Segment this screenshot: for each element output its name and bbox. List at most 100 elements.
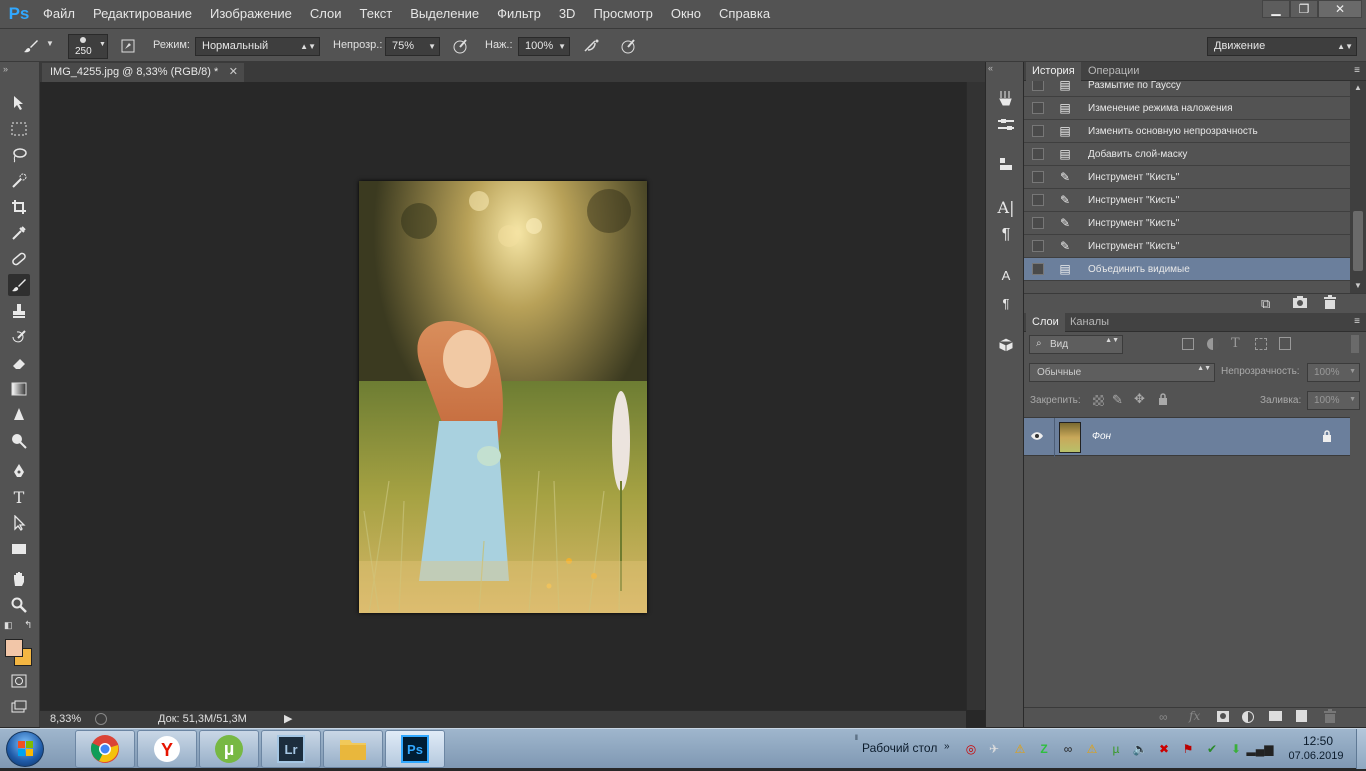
- canvas-vertical-scrollbar[interactable]: [966, 82, 985, 710]
- menu-image[interactable]: Изображение: [201, 0, 301, 28]
- new-group-folder-icon[interactable]: [1269, 711, 1282, 721]
- pressure-opacity-icon[interactable]: [450, 36, 470, 56]
- status-menu-arrow-icon[interactable]: ▶: [284, 712, 292, 725]
- close-button[interactable]: ✕: [1318, 0, 1362, 18]
- menu-window[interactable]: Окно: [662, 0, 710, 28]
- adjustments-icon[interactable]: [995, 114, 1017, 136]
- security-tray-icon[interactable]: ✔: [1204, 741, 1220, 757]
- history-item[interactable]: ✎ Инструмент "Кисть": [1024, 166, 1350, 189]
- workspace-select[interactable]: Движение ▲▼: [1207, 37, 1357, 56]
- filter-toggle[interactable]: [1351, 335, 1359, 353]
- z-tray-icon[interactable]: Z: [1036, 741, 1052, 757]
- mode-select[interactable]: Нормальный ▲▼: [195, 37, 320, 56]
- photoshop-taskbar-icon[interactable]: Ps: [385, 730, 445, 768]
- character-styles-icon[interactable]: A: [995, 264, 1017, 286]
- airbrush-icon[interactable]: [580, 36, 602, 56]
- show-desktop-button[interactable]: [1356, 729, 1366, 769]
- history-item[interactable]: ▤ Размытие по Гауссу: [1024, 81, 1350, 97]
- new-layer-icon[interactable]: [1296, 710, 1307, 722]
- eyedropper-icon[interactable]: [8, 222, 30, 244]
- foreground-color-swatch[interactable]: [5, 639, 23, 657]
- utorrent-tray-icon[interactable]: µ: [1108, 741, 1124, 757]
- new-document-from-state-icon[interactable]: ⧉: [1261, 296, 1270, 312]
- brush-panel-toggle-icon[interactable]: [117, 36, 139, 56]
- brush-tool-icon[interactable]: [8, 274, 30, 296]
- scrollbar-thumb[interactable]: [1353, 211, 1363, 271]
- history-item[interactable]: ✎ Инструмент "Кисть": [1024, 235, 1350, 258]
- download-tray-icon[interactable]: ⬇: [1228, 741, 1244, 757]
- brush-tool-preset-icon[interactable]: [20, 36, 42, 56]
- pen-icon[interactable]: [8, 460, 30, 482]
- scroll-down-icon[interactable]: ▼: [1354, 281, 1362, 290]
- chrome-taskbar-icon[interactable]: [75, 730, 135, 768]
- history-checkbox[interactable]: [1032, 217, 1044, 229]
- eraser-icon[interactable]: [8, 352, 30, 374]
- add-mask-icon[interactable]: [1217, 711, 1229, 722]
- type-tool-icon[interactable]: T: [8, 486, 30, 508]
- quick-selection-icon[interactable]: [8, 170, 30, 192]
- paragraph-styles-icon[interactable]: ¶: [995, 292, 1017, 314]
- trash-icon[interactable]: [1323, 709, 1337, 727]
- volume-icon[interactable]: 🔈: [1132, 741, 1148, 757]
- menu-type[interactable]: Текст: [351, 0, 402, 28]
- menu-help[interactable]: Справка: [710, 0, 779, 28]
- menu-view[interactable]: Просмотр: [584, 0, 661, 28]
- clock-time[interactable]: 12:50: [1290, 734, 1346, 748]
- hand-tool-icon[interactable]: [8, 568, 30, 590]
- clock-date[interactable]: 07.06.2019: [1283, 750, 1349, 762]
- path-selection-icon[interactable]: [8, 512, 30, 534]
- layers-scrollbar[interactable]: [1350, 417, 1366, 707]
- filter-adjustment-icon[interactable]: [1207, 338, 1219, 350]
- quick-mask-icon[interactable]: [8, 670, 30, 692]
- fill-input[interactable]: 100% ▼: [1307, 391, 1360, 410]
- history-checkbox[interactable]: [1032, 194, 1044, 206]
- history-checkbox[interactable]: [1032, 240, 1044, 252]
- history-scrollbar[interactable]: ▲ ▼: [1350, 81, 1366, 293]
- rectangle-tool-icon[interactable]: [8, 538, 30, 560]
- layer-opacity-input[interactable]: 100% ▼: [1307, 363, 1360, 382]
- gradient-icon[interactable]: [8, 378, 30, 400]
- tab-actions[interactable]: Операции: [1082, 62, 1145, 81]
- layer-row[interactable]: Фон: [1024, 417, 1350, 457]
- restore-button[interactable]: ❐: [1290, 0, 1318, 18]
- history-item[interactable]: ▤ Изменить основную непрозрачность: [1024, 120, 1350, 143]
- history-item[interactable]: ▤ Добавить слой-маску: [1024, 143, 1350, 166]
- close-tab-icon[interactable]: ✕: [229, 63, 238, 82]
- brush-size-picker[interactable]: 250 ▼: [68, 34, 108, 59]
- menu-layers[interactable]: Слои: [301, 0, 351, 28]
- healing-brush-icon[interactable]: [8, 248, 30, 270]
- panel-menu-icon[interactable]: ≡: [1354, 65, 1360, 76]
- collapse-dock-icon[interactable]: «: [988, 63, 993, 73]
- brush-presets-icon[interactable]: [995, 87, 1017, 109]
- history-checkbox[interactable]: [1032, 148, 1044, 160]
- minimize-button[interactable]: ▁: [1262, 0, 1290, 18]
- start-button[interactable]: [6, 731, 44, 767]
- chevron-down-icon[interactable]: ▼: [46, 39, 54, 48]
- history-checkbox[interactable]: [1032, 171, 1044, 183]
- menu-edit[interactable]: Редактирование: [84, 0, 201, 28]
- history-item[interactable]: ✎ Инструмент "Кисть": [1024, 212, 1350, 235]
- taskbar-toolbar-arrows-icon[interactable]: ‖: [855, 735, 858, 742]
- lock-transparency-icon[interactable]: [1093, 395, 1104, 406]
- swap-colors-icon[interactable]: ↰: [24, 620, 32, 631]
- lock-all-icon[interactable]: [1158, 393, 1168, 408]
- document-tab[interactable]: IMG_4255.jpg @ 8,33% (RGB/8) * ✕: [42, 63, 244, 82]
- clone-stamp-icon[interactable]: [8, 300, 30, 322]
- link-tray-icon[interactable]: ∞: [1060, 741, 1076, 757]
- trash-icon[interactable]: [1323, 295, 1337, 313]
- history-item[interactable]: ▤ Изменение режима наложения: [1024, 97, 1350, 120]
- menu-filter[interactable]: Фильтр: [488, 0, 550, 28]
- move-tool-icon[interactable]: [8, 92, 30, 114]
- lasso-icon[interactable]: [8, 144, 30, 166]
- utorrent-taskbar-icon[interactable]: µ: [199, 730, 259, 768]
- zoom-tool-icon[interactable]: [8, 594, 30, 616]
- status-info-icon[interactable]: [95, 713, 107, 725]
- clone-source-icon[interactable]: [995, 153, 1017, 175]
- history-item[interactable]: ✎ Инструмент "Кисть": [1024, 189, 1350, 212]
- file-explorer-taskbar-icon[interactable]: [323, 730, 383, 768]
- opacity-input[interactable]: 75% ▼: [385, 37, 440, 56]
- history-checkbox[interactable]: [1032, 81, 1044, 91]
- action-center-icon[interactable]: ⚑: [1180, 741, 1196, 757]
- layer-name[interactable]: Фон: [1092, 431, 1111, 442]
- menu-3d[interactable]: 3D: [550, 0, 585, 28]
